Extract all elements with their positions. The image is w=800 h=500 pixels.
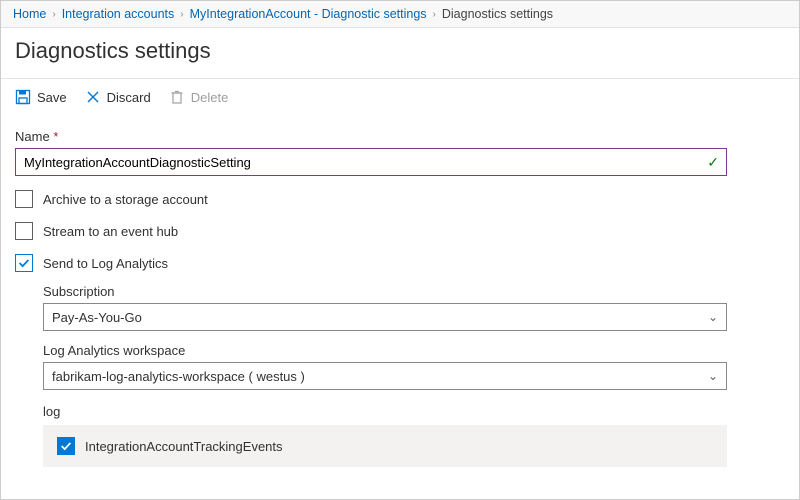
- delete-button: Delete: [169, 89, 229, 105]
- log-item-checkbox[interactable]: [57, 437, 75, 455]
- page-title: Diagnostics settings: [1, 28, 799, 79]
- required-asterisk: *: [53, 129, 58, 144]
- subscription-select[interactable]: Pay-As-You-Go ⌄: [43, 303, 727, 331]
- save-button[interactable]: Save: [15, 89, 67, 105]
- breadcrumb-current: Diagnostics settings: [442, 7, 553, 21]
- name-label: Name *: [15, 129, 785, 144]
- log-item-row: IntegrationAccountTrackingEvents: [43, 425, 727, 467]
- valid-check-icon: ✓: [707, 154, 719, 171]
- breadcrumb: Home › Integration accounts › MyIntegrat…: [1, 1, 799, 28]
- breadcrumb-home[interactable]: Home: [13, 7, 46, 21]
- discard-button[interactable]: Discard: [85, 89, 151, 105]
- subscription-value: Pay-As-You-Go: [52, 310, 142, 325]
- log-section-label: log: [43, 404, 785, 419]
- archive-label: Archive to a storage account: [43, 192, 208, 207]
- chevron-right-icon: ›: [52, 9, 55, 20]
- stream-checkbox[interactable]: [15, 222, 33, 240]
- name-input[interactable]: [15, 148, 727, 176]
- log-analytics-label: Send to Log Analytics: [43, 256, 168, 271]
- chevron-right-icon: ›: [433, 9, 436, 20]
- subscription-label: Subscription: [43, 284, 785, 299]
- delete-icon: [169, 89, 185, 105]
- toolbar: Save Discard Delete: [1, 79, 799, 115]
- chevron-right-icon: ›: [180, 9, 183, 20]
- stream-label: Stream to an event hub: [43, 224, 178, 239]
- discard-label: Discard: [107, 90, 151, 105]
- form: Name * ✓ Archive to a storage account St…: [1, 115, 799, 481]
- chevron-down-icon: ⌄: [708, 369, 718, 383]
- workspace-label: Log Analytics workspace: [43, 343, 785, 358]
- delete-label: Delete: [191, 90, 229, 105]
- breadcrumb-diagnostic-settings[interactable]: MyIntegrationAccount - Diagnostic settin…: [190, 7, 427, 21]
- log-analytics-checkbox[interactable]: [15, 254, 33, 272]
- save-icon: [15, 89, 31, 105]
- breadcrumb-integration-accounts[interactable]: Integration accounts: [62, 7, 175, 21]
- workspace-value: fabrikam-log-analytics-workspace ( westu…: [52, 369, 305, 384]
- chevron-down-icon: ⌄: [708, 310, 718, 324]
- workspace-select[interactable]: fabrikam-log-analytics-workspace ( westu…: [43, 362, 727, 390]
- save-label: Save: [37, 90, 67, 105]
- log-item-label: IntegrationAccountTrackingEvents: [85, 439, 283, 454]
- archive-checkbox[interactable]: [15, 190, 33, 208]
- discard-icon: [85, 89, 101, 105]
